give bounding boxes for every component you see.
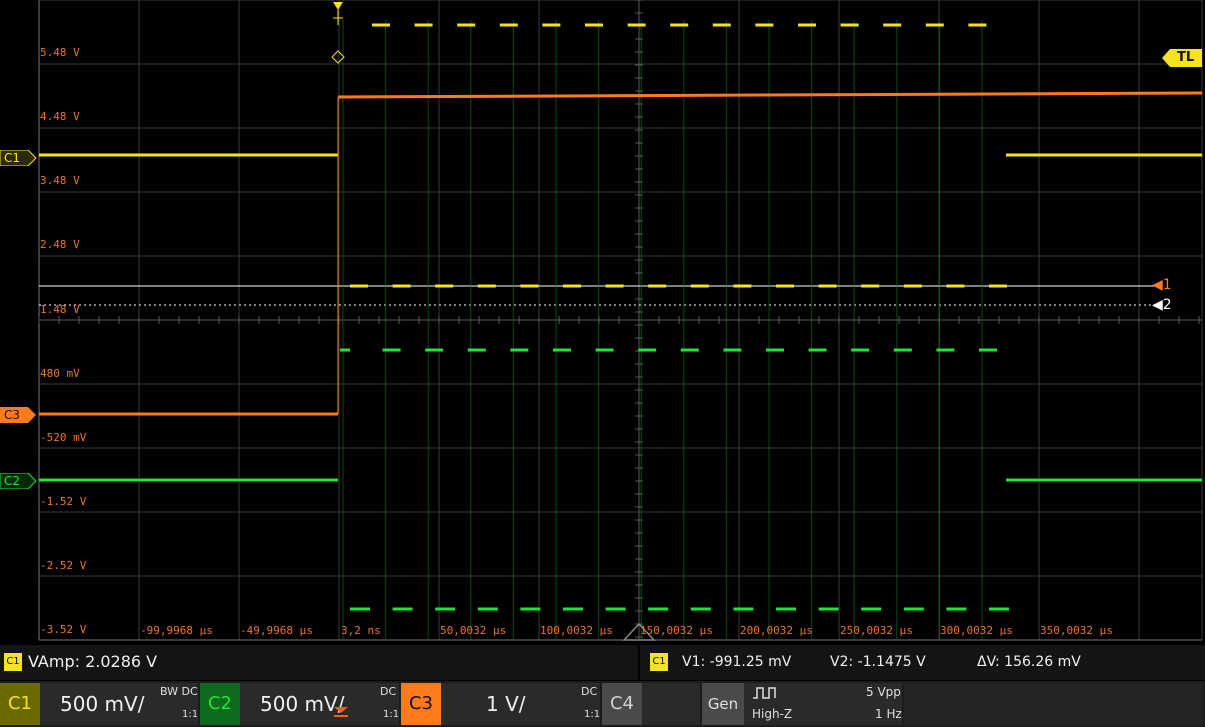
c2-coupling: DC <box>380 685 397 698</box>
generator-frequency: 1 Hz <box>875 707 902 721</box>
waveform-grid <box>38 0 1203 641</box>
waveform-display[interactable]: 5.48 V 4.48 V 3.48 V 2.48 V 1.48 V 480 m… <box>0 0 1205 645</box>
measurement-divider <box>638 645 640 680</box>
dv-readout: ΔV: 156.26 mV <box>977 654 1081 670</box>
c3-coupling: DC <box>581 685 598 698</box>
y-label: -1.52 V <box>40 495 87 508</box>
v2-readout: V2: -1.1475 V <box>830 654 926 670</box>
c1-channel-tab[interactable]: C1 <box>0 683 40 725</box>
y-label: -3.52 V <box>40 623 87 636</box>
c1-scale: 500 mV/ <box>60 692 145 716</box>
c3-offset-marker[interactable]: C3 <box>0 407 36 423</box>
y-label: 4.48 V <box>40 110 80 123</box>
c3-settings[interactable]: 1 V/ DC 1:1 <box>441 683 600 725</box>
x-label: 200,0032 µs <box>740 624 813 637</box>
x-label: 300,0032 µs <box>940 624 1013 637</box>
c4-settings[interactable] <box>642 683 700 725</box>
c2-trigger-source-icon <box>334 707 348 717</box>
c2-channel-tab[interactable]: C2 <box>200 683 240 725</box>
empty-panel <box>904 683 1203 725</box>
c2-offset-marker[interactable]: C2 <box>0 473 37 489</box>
c2-marker-label: C2 <box>4 474 21 488</box>
c2-settings[interactable]: 500 mV/ DC 1:1 <box>240 683 399 725</box>
x-label: 150,0032 µs <box>640 624 713 637</box>
generator-impedance: High-Z <box>752 707 793 721</box>
c3-probe: 1:1 <box>584 709 601 720</box>
trigger-level-marker[interactable]: TL <box>1162 49 1202 67</box>
c1-marker-label: C1 <box>4 151 21 165</box>
c1-offset-marker[interactable]: C1 <box>0 150 37 166</box>
vamp-readout: VAmp: 2.0286 V <box>28 652 158 671</box>
y-label: 480 mV <box>40 367 80 380</box>
c1-coupling: BW DC <box>160 685 198 698</box>
cursor-2-marker[interactable]: ◀2 <box>1152 297 1172 313</box>
generator-tab[interactable]: Gen <box>702 683 744 725</box>
cursor-1-label: 1 <box>1162 277 1172 293</box>
x-label: -99,9968 µs <box>140 624 213 637</box>
trigger-level-label: TL <box>1177 50 1195 65</box>
c2-scale: 500 mV/ <box>260 692 345 716</box>
cursor-source-tag[interactable]: C1 <box>650 653 668 671</box>
y-label: -2.52 V <box>40 559 87 572</box>
y-label: 2.48 V <box>40 238 80 251</box>
cursor-1-marker[interactable]: ◀1 <box>1152 277 1172 293</box>
c3-trace <box>337 91 1203 99</box>
c1-settings[interactable]: 500 mV/ BW DC 1:1 <box>40 683 198 725</box>
y-label: 5.48 V <box>40 46 80 59</box>
y-label: -520 mV <box>40 431 87 444</box>
x-label: 100,0032 µs <box>540 624 613 637</box>
x-label: 50,0032 µs <box>440 624 507 637</box>
generator-amplitude: 5 Vpp <box>866 685 901 699</box>
cursor-2-arrow-icon: ◀ <box>1152 297 1163 313</box>
y-label: 3.48 V <box>40 174 80 187</box>
x-label: 250,0032 µs <box>840 624 913 637</box>
trigger-position-icon <box>333 2 343 10</box>
c1-probe: 1:1 <box>182 709 199 720</box>
c3-channel-tab[interactable]: C3 <box>401 683 441 725</box>
trigger-point-icon <box>331 50 345 64</box>
c3-scale: 1 V/ <box>486 692 526 716</box>
vamp-source-tag[interactable]: C1 <box>4 653 22 671</box>
x-label: -49,9968 µs <box>240 624 313 637</box>
cursor-2-label: 2 <box>1162 297 1172 313</box>
v1-readout: V1: -991.25 mV <box>682 654 792 670</box>
c4-channel-tab[interactable]: C4 <box>602 683 642 725</box>
square-wave-icon <box>753 687 776 699</box>
c2-probe: 1:1 <box>383 709 400 720</box>
x-label: 350,0032 µs <box>1040 624 1113 637</box>
cursor-1-arrow-icon: ◀ <box>1152 277 1163 293</box>
c3-marker-label: C3 <box>4 408 21 422</box>
x-label: 3,2 ns <box>341 624 381 637</box>
y-label: 1.48 V <box>40 303 80 316</box>
generator-settings[interactable]: 5 Vpp High-Z 1 Hz <box>744 683 902 725</box>
